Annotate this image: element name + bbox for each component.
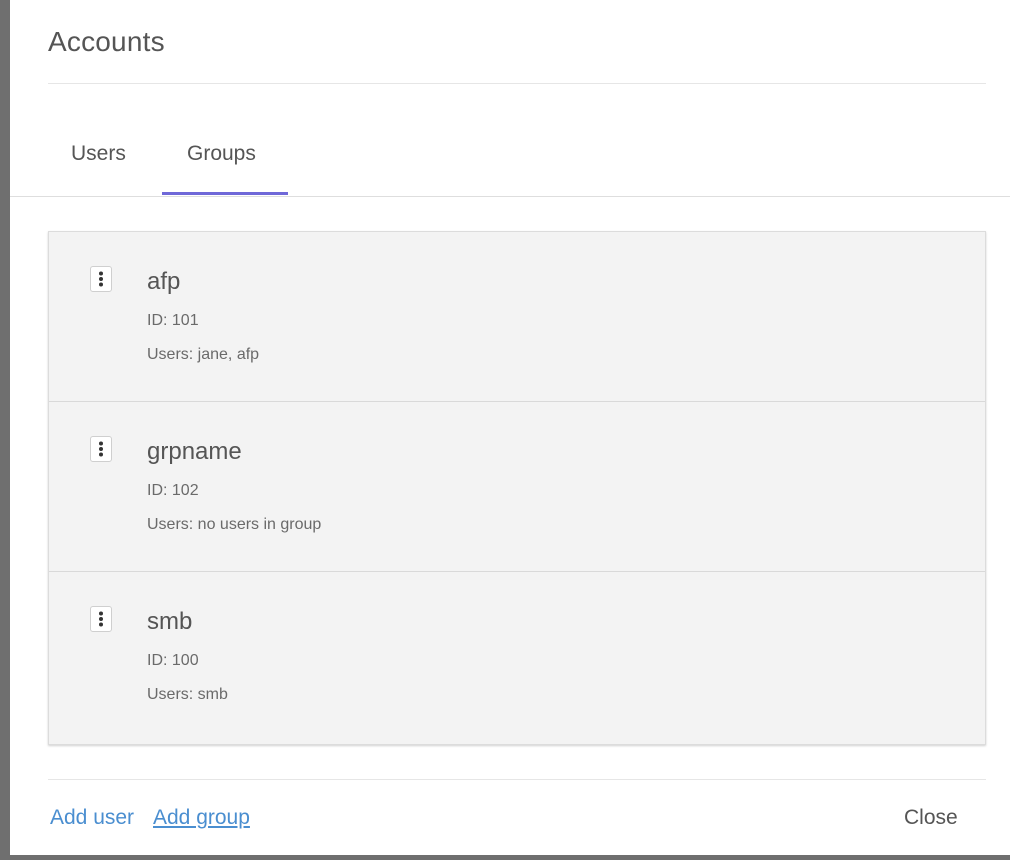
add-user-link[interactable]: Add user <box>50 806 134 830</box>
tab-users[interactable]: Users <box>71 142 126 166</box>
group-id: ID: 101 <box>147 312 199 329</box>
more-vertical-icon[interactable] <box>90 606 112 632</box>
group-name: smb <box>147 608 193 635</box>
accounts-dialog: Accounts Users Groups afp ID: 101 Users:… <box>10 0 1010 855</box>
group-name: afp <box>147 268 181 295</box>
group-item: grpname ID: 102 Users: no users in group <box>49 402 985 572</box>
title-divider <box>48 83 986 84</box>
group-users: Users: no users in group <box>147 516 322 533</box>
group-users: Users: smb <box>147 686 228 703</box>
add-group-link[interactable]: Add group <box>153 806 250 830</box>
modal-backdrop-bottom <box>0 855 1010 860</box>
tab-bar: Users Groups <box>10 120 1010 197</box>
group-list: afp ID: 101 Users: jane, afp grpname ID:… <box>48 231 986 745</box>
footer-divider <box>48 779 986 780</box>
group-item: afp ID: 101 Users: jane, afp <box>49 232 985 402</box>
tab-groups[interactable]: Groups <box>187 142 256 166</box>
group-id: ID: 100 <box>147 652 199 669</box>
close-button[interactable]: Close <box>904 806 958 830</box>
modal-backdrop <box>0 0 10 860</box>
group-users: Users: jane, afp <box>147 346 260 363</box>
active-tab-indicator <box>162 192 288 195</box>
dialog-title: Accounts <box>48 26 165 57</box>
more-vertical-icon[interactable] <box>90 436 112 462</box>
group-item: smb ID: 100 Users: smb <box>49 572 985 742</box>
more-vertical-icon[interactable] <box>90 266 112 292</box>
group-id: ID: 102 <box>147 482 199 499</box>
group-name: grpname <box>147 438 242 465</box>
